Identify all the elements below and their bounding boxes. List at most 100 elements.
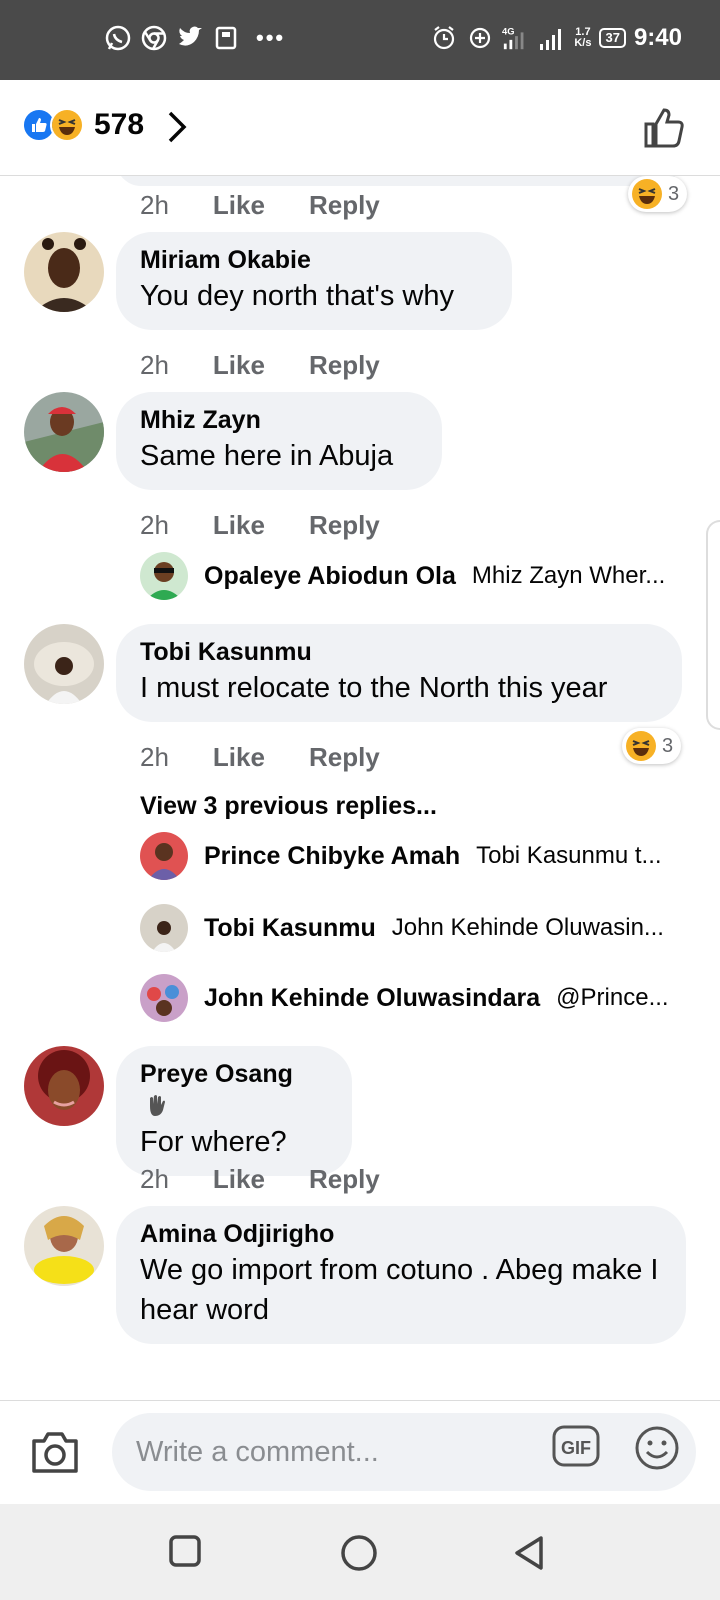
network-speed: 1.7 K/s — [574, 26, 592, 49]
comment-bubble[interactable]: Preye Osang For where? — [116, 1046, 352, 1176]
recent-apps-button[interactable] — [168, 1534, 202, 1573]
avatar — [140, 974, 188, 1022]
comment-author[interactable]: Tobi Kasunmu — [140, 636, 658, 668]
comment-time: 2h — [140, 510, 169, 540]
like-post-button[interactable] — [642, 106, 686, 155]
reaction-icons[interactable] — [22, 108, 86, 144]
comment-author[interactable]: Amina Odjirigho — [140, 1218, 662, 1250]
haha-reaction-icon — [626, 731, 656, 761]
avatar[interactable] — [24, 1046, 104, 1126]
top-fan-badge-icon — [150, 1095, 165, 1116]
comment-reactions[interactable]: 3 — [628, 176, 688, 212]
comment-author[interactable]: Miriam Okabie — [140, 244, 488, 276]
comment-composer: Write a comment... GIF — [0, 1400, 720, 1504]
comment-actions: 2h Like Reply — [140, 510, 380, 541]
comment-time: 2h — [140, 350, 169, 380]
comment-author[interactable]: Mhiz Zayn — [140, 404, 418, 436]
reply-snippet: Mhiz Zayn Wher... — [471, 562, 666, 589]
home-button[interactable] — [340, 1534, 378, 1577]
reply-preview[interactable]: John Kehinde Oluwasindara @Prince... — [140, 974, 669, 1022]
clipboard-icon — [212, 24, 240, 52]
status-bar: ••• 4G 1.7 K/s 37 9:40 — [0, 0, 720, 80]
gif-button[interactable]: GIF — [552, 1425, 600, 1472]
view-previous-replies-link[interactable]: View 3 previous replies... — [140, 792, 437, 821]
reply-button[interactable]: Reply — [309, 742, 380, 773]
thumbs-up-icon — [644, 108, 684, 148]
comment-time: 2h — [140, 190, 169, 220]
comment-actions: 2h Like Reply — [140, 742, 380, 773]
like-button[interactable]: Like — [213, 510, 265, 541]
comment-time: 2h — [140, 742, 169, 772]
back-button[interactable] — [512, 1534, 546, 1577]
reply-snippet: @Prince... — [556, 984, 669, 1011]
comment-bubble[interactable]: Mhiz Zayn Same here in Abuja — [116, 392, 442, 490]
comment-actions: 2h Like Reply — [140, 350, 380, 381]
reply-author: Opaleye Abiodun Ola — [204, 561, 456, 590]
reply-button[interactable]: Reply — [309, 510, 380, 541]
reaction-count[interactable]: 578 — [94, 108, 144, 142]
whatsapp-icon — [104, 24, 132, 52]
avatar[interactable] — [24, 232, 104, 312]
scroll-handle[interactable] — [706, 520, 720, 730]
avatar — [140, 832, 188, 880]
reply-button[interactable]: Reply — [309, 1164, 380, 1195]
comment-reaction-count: 3 — [662, 734, 674, 757]
system-icons: 4G 1.7 K/s 37 9:40 — [430, 24, 682, 52]
clock: 9:40 — [633, 24, 682, 51]
comment-text: We go import from cotuno . Abeg make I h… — [140, 1254, 659, 1326]
twitter-icon — [176, 24, 204, 52]
comment-text: Same here in Abuja — [140, 440, 394, 472]
signal-4g-icon: 4G — [502, 24, 530, 52]
gif-label: GIF — [561, 1438, 591, 1458]
like-button[interactable]: Like — [213, 1164, 265, 1195]
like-button[interactable]: Like — [213, 350, 265, 381]
like-button[interactable]: Like — [213, 742, 265, 773]
chrome-icon — [140, 24, 168, 52]
avatar — [140, 552, 188, 600]
signal-bars-icon — [538, 24, 566, 52]
reply-author: John Kehinde Oluwasindara — [204, 983, 541, 1012]
reply-preview[interactable]: Tobi Kasunmu John Kehinde Oluwasin... — [140, 904, 664, 952]
circle-icon — [341, 1535, 377, 1571]
comment-bubble[interactable]: Tobi Kasunmu I must relocate to the Nort… — [116, 624, 682, 722]
comment-bubble[interactable]: Miriam Okabie You dey north that's why — [116, 232, 512, 330]
reply-preview[interactable]: Opaleye Abiodun Ola Mhiz Zayn Wher... — [140, 552, 665, 600]
reply-author: Tobi Kasunmu — [204, 913, 376, 942]
back-triangle-icon — [515, 1536, 543, 1570]
haha-reaction-icon — [50, 108, 84, 142]
square-icon — [169, 1535, 201, 1567]
comment-text: You dey north that's why — [140, 280, 455, 312]
avatar — [140, 904, 188, 952]
comment-text: I must relocate to the North this year — [140, 672, 608, 704]
comment-text: For where? — [140, 1126, 287, 1158]
alarm-icon — [430, 24, 458, 52]
avatar[interactable] — [24, 1206, 104, 1286]
comment-time: 2h — [140, 1164, 169, 1194]
reactions-header: 578 — [0, 80, 720, 176]
emoji-icon[interactable] — [634, 1425, 680, 1476]
comment-bubble[interactable]: Amina Odjirigho We go import from cotuno… — [116, 1206, 686, 1344]
avatar[interactable] — [24, 392, 104, 472]
svg-text:4G: 4G — [502, 26, 514, 36]
comment-actions: 2h Like Reply — [140, 1164, 380, 1195]
reply-snippet: John Kehinde Oluwasin... — [391, 914, 664, 941]
comment-list: 2h Like Reply 3 Miriam Okabie You dey no… — [0, 176, 720, 1476]
data-saver-icon — [466, 24, 494, 52]
reply-snippet: Tobi Kasunmu t... — [476, 842, 662, 869]
comment-reactions[interactable]: 3 — [622, 728, 682, 764]
chevron-right-icon[interactable] — [166, 110, 188, 149]
comments-sheet: 578 2h Like Reply 3 Miriam Okabie You de… — [0, 80, 720, 1500]
system-nav-bar — [0, 1504, 720, 1600]
reply-button[interactable]: Reply — [309, 350, 380, 381]
reply-author: Prince Chibyke Amah — [204, 841, 461, 870]
camera-icon[interactable] — [30, 1429, 80, 1480]
like-button[interactable]: Like — [213, 190, 265, 221]
avatar[interactable] — [24, 624, 104, 704]
reply-preview[interactable]: Prince Chibyke Amah Tobi Kasunmu t... — [140, 832, 662, 880]
comment-actions: 2h Like Reply — [140, 190, 380, 221]
battery-indicator: 37 — [599, 28, 626, 48]
haha-reaction-icon — [632, 179, 662, 209]
comment-author[interactable]: Preye Osang — [140, 1058, 328, 1122]
comment-input[interactable]: Write a comment... — [112, 1413, 696, 1491]
reply-button[interactable]: Reply — [309, 190, 380, 221]
